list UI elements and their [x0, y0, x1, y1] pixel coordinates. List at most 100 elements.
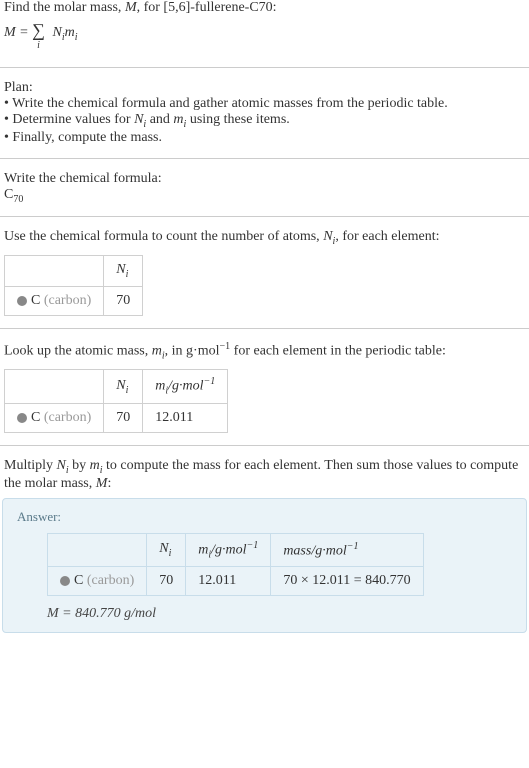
header-m: mi/g·mol−1: [186, 533, 271, 566]
step3-text: Look up the atomic mass, mi, in g·mol−1 …: [4, 341, 525, 361]
header-blank: [5, 370, 104, 403]
formula-rhs: Nimi: [52, 25, 77, 40]
step3-m: m: [152, 344, 162, 359]
step4-suffix: :: [107, 476, 111, 491]
table-header-row: Ni: [5, 256, 143, 287]
step4-m: m: [90, 458, 100, 473]
final-molar-mass: M = 840.770 g/mol: [47, 606, 512, 622]
sum-symbol: ∑i: [32, 20, 45, 41]
header-N: Ni: [104, 256, 143, 287]
step4-N: N: [57, 458, 66, 473]
formula-count: 70: [13, 193, 23, 204]
element-symbol: C: [31, 293, 40, 308]
formula-lhs: M: [4, 25, 16, 40]
element-dot-icon: [17, 296, 27, 306]
step4-prefix: Multiply: [4, 458, 57, 473]
step3-section: Look up the atomic mass, mi, in g·mol−1 …: [0, 341, 529, 433]
table-header-row: Ni mi/g·mol−1 mass/g·mol−1: [48, 533, 424, 566]
table-row: C (carbon) 70 12.011: [5, 403, 228, 432]
m-value: 12.011: [143, 403, 228, 432]
header-m-unit: /g·mol: [168, 379, 203, 394]
header-mass-text: mass/g·mol: [283, 543, 346, 558]
formula-eq: =: [16, 25, 32, 40]
answer-table: Ni mi/g·mol−1 mass/g·mol−1 C (carbon) 70…: [47, 533, 424, 596]
element-symbol: C: [31, 410, 40, 425]
header-N-var: N: [116, 378, 125, 393]
plan-b2-prefix: • Determine values for: [4, 112, 134, 127]
header-m-exp: −1: [204, 376, 216, 387]
divider: [0, 158, 529, 159]
plan-b2-m: m: [173, 112, 183, 127]
plan-bullet-3: • Finally, compute the mass.: [4, 130, 525, 146]
step2-prefix: Use the chemical formula to count the nu…: [4, 229, 323, 244]
plan-heading: Plan:: [4, 80, 525, 96]
intro-text: Find the molar mass,: [4, 0, 125, 15]
divider: [0, 328, 529, 329]
header-N-var: N: [159, 541, 168, 556]
header-N: Ni: [104, 370, 143, 403]
element-cell: C (carbon): [5, 403, 104, 432]
table-row: C (carbon) 70 12.011 70 × 12.011 = 840.7…: [48, 567, 424, 596]
step4-M: M: [96, 476, 108, 491]
element-cell: C (carbon): [48, 567, 147, 596]
header-N-sub: i: [126, 385, 129, 396]
element-name: (carbon): [40, 293, 91, 308]
element-name: (carbon): [83, 573, 134, 588]
step2-section: Use the chemical formula to count the nu…: [0, 229, 529, 316]
plan-section: Plan: • Write the chemical formula and g…: [0, 80, 529, 146]
element-symbol: C: [74, 573, 83, 588]
plan-b2-suffix: using these items.: [186, 112, 289, 127]
step2-suffix: , for each element:: [335, 229, 439, 244]
header-m-unit: /g·mol: [211, 542, 246, 557]
sum-index: i: [37, 40, 40, 51]
element-dot-icon: [17, 413, 27, 423]
step4-by: by: [69, 458, 90, 473]
intro-text-suffix: , for [5,6]-fullerene-C70:: [137, 0, 277, 15]
step3-suffix: for each element in the periodic table:: [230, 344, 446, 359]
molar-mass-formula: M = ∑i Nimi: [4, 16, 525, 55]
step4-text: Multiply Ni by mi to compute the mass fo…: [4, 458, 525, 492]
atomic-mass-table: Ni mi/g·mol−1 C (carbon) 70 12.011: [4, 369, 228, 432]
header-N-sub: i: [126, 269, 129, 280]
step3-exp: −1: [220, 341, 231, 352]
header-N-var: N: [116, 262, 125, 277]
step4-section: Multiply Ni by mi to compute the mass fo…: [0, 458, 529, 492]
rhs-m: m: [65, 25, 75, 40]
header-N-sub: i: [169, 548, 172, 559]
sigma: ∑: [32, 20, 45, 40]
n-value: 70: [147, 567, 186, 596]
formula-element: C: [4, 187, 13, 202]
m-value: 12.011: [186, 567, 271, 596]
header-m-exp: −1: [247, 540, 259, 551]
step1-section: Write the chemical formula: C70: [0, 171, 529, 205]
step1-heading: Write the chemical formula:: [4, 171, 525, 187]
step2-text: Use the chemical formula to count the nu…: [4, 229, 525, 247]
atom-count-table: Ni C (carbon) 70: [4, 255, 143, 316]
step3-prefix: Look up the atomic mass,: [4, 344, 152, 359]
header-mass: mass/g·mol−1: [271, 533, 423, 566]
table-row: C (carbon) 70: [5, 286, 143, 315]
answer-box: Answer: Ni mi/g·mol−1 mass/g·mol−1 C (ca…: [2, 498, 527, 633]
header-m-var: m: [198, 542, 208, 557]
header-m: mi/g·mol−1: [143, 370, 228, 403]
final-value: = 840.770 g/mol: [59, 606, 156, 621]
intro-var-M: M: [125, 0, 137, 15]
n-value: 70: [104, 403, 143, 432]
step2-N: N: [323, 229, 332, 244]
divider: [0, 67, 529, 68]
header-N: Ni: [147, 533, 186, 566]
plan-bullet-1: • Write the chemical formula and gather …: [4, 96, 525, 112]
answer-content: Ni mi/g·mol−1 mass/g·mol−1 C (carbon) 70…: [17, 533, 512, 622]
mass-calculation: 70 × 12.011 = 840.770: [271, 567, 423, 596]
intro-section: Find the molar mass, M, for [5,6]-fuller…: [0, 0, 529, 55]
element-name: (carbon): [40, 410, 91, 425]
header-blank: [5, 256, 104, 287]
chemical-formula: C70: [4, 187, 525, 205]
divider: [0, 216, 529, 217]
header-blank: [48, 533, 147, 566]
n-value: 70: [104, 286, 143, 315]
divider: [0, 445, 529, 446]
element-cell: C (carbon): [5, 286, 104, 315]
element-dot-icon: [60, 576, 70, 586]
plan-b2-and: and: [146, 112, 173, 127]
